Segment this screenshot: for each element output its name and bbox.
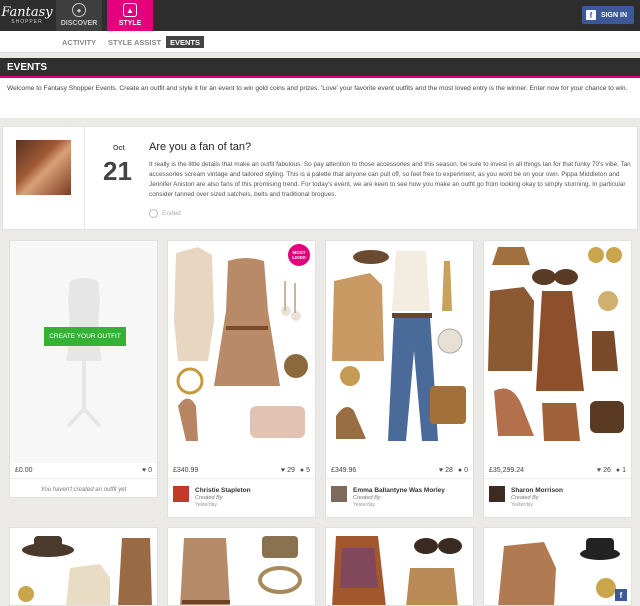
avatar[interactable] <box>173 486 189 502</box>
comments-stat[interactable]: ● 5 <box>300 467 310 474</box>
outfit-image[interactable] <box>484 241 631 463</box>
likes-stat[interactable]: ♥ 28 <box>439 467 453 474</box>
no-outfit-note: You haven't created an outfit yet <box>40 487 127 493</box>
event-status-label: Ended <box>162 210 181 217</box>
event-detail: Oct 21 Are you a fan of tan? It really i… <box>2 126 638 230</box>
event-month: Oct <box>113 145 125 152</box>
facebook-icon: f <box>585 10 596 20</box>
comments-stat[interactable]: ● 1 <box>616 467 626 474</box>
mannequin-area: CREATE YOUR OUTFIT <box>10 241 157 463</box>
outfit-price: £349.96 <box>331 467 357 474</box>
outfit-collage <box>174 247 308 441</box>
events-panel: EVENTS Welcome to Fantasy Shopper Events… <box>0 58 640 118</box>
comment-icon: ● <box>615 467 621 474</box>
fantasy-shopper-logo[interactable]: Fantasy SHOPPER <box>0 0 54 31</box>
outfit-stats: £35,299.24 ♥ 26 ● 1 <box>484 463 631 479</box>
outfit-author: Sharon Morrison Created By Yesterday <box>484 479 631 511</box>
created-by-label: Created By <box>511 495 539 501</box>
created-time: Yesterday <box>195 502 218 508</box>
comments-count: 1 <box>622 467 626 474</box>
created-time: Yesterday <box>511 502 534 508</box>
sign-in-label: SIGN IN <box>600 11 627 19</box>
heart-icon: ♥ <box>141 467 147 474</box>
events-heading: EVENTS <box>0 58 640 78</box>
outfit-author: Christie Stapleton Created By Yesterday <box>168 479 315 511</box>
event-title: Are you a fan of tan? <box>149 141 252 153</box>
outfit-collage <box>18 536 152 605</box>
outfit-collage <box>498 538 620 605</box>
event-day: 21 <box>103 156 132 186</box>
logo-text: Fantasy <box>1 4 53 20</box>
created-by-label: Created By <box>195 495 223 501</box>
event-status: Ended <box>149 209 181 218</box>
create-card-stats: £0.00 ♥ 0 <box>10 463 157 479</box>
outfit-card[interactable] <box>167 527 316 606</box>
nav-style[interactable]: ▲ STYLE <box>107 0 153 31</box>
logo-subtext: SHOPPER <box>11 18 43 25</box>
likes-count: 28 <box>445 467 453 474</box>
comments-count: 5 <box>306 467 310 474</box>
heart-icon: ♥ <box>438 467 444 474</box>
tab-activity[interactable]: ACTIVITY <box>58 36 100 48</box>
nav-style-label: STYLE <box>118 20 142 27</box>
outfit-image[interactable] <box>326 241 473 463</box>
outfit-price: £35,299.24 <box>489 467 525 474</box>
outfit-collage <box>488 247 624 441</box>
comment-icon: ● <box>457 467 463 474</box>
comments-stat[interactable]: ● 0 <box>458 467 468 474</box>
tab-style-assist[interactable]: STYLE ASSIST <box>104 36 165 48</box>
outfit-price: £0.00 <box>15 467 33 474</box>
likes-count: 0 <box>148 467 152 474</box>
likes-count: 26 <box>603 467 611 474</box>
nav-discover[interactable]: ● DISCOVER <box>56 0 102 31</box>
comment-icon: ● <box>299 467 305 474</box>
outfit-card[interactable]: £349.96 ♥ 28 ● 0 Emma Ballantyne Was Morle… <box>325 240 474 518</box>
outfit-collage <box>332 250 466 441</box>
sign-in-button[interactable]: f SIGN IN <box>581 6 634 24</box>
outfit-card[interactable] <box>325 527 474 606</box>
outfit-collage <box>180 536 302 605</box>
avatar[interactable] <box>331 486 347 502</box>
likes-stat[interactable]: ♥ 0 <box>142 467 152 474</box>
created-time: Yesterday <box>353 502 376 508</box>
event-image-column <box>3 127 85 229</box>
clock-icon <box>149 209 158 218</box>
comments-count: 0 <box>464 467 468 474</box>
outfit-collage <box>332 536 462 605</box>
outfit-card[interactable]: £35,299.24 ♥ 26 ● 1 Sharon Morrison Create… <box>483 240 632 518</box>
event-description: It really is the little details that mak… <box>149 161 631 198</box>
outfit-card[interactable]: f <box>483 527 632 606</box>
mannequin-icon <box>66 278 102 428</box>
likes-stat[interactable]: ♥ 26 <box>597 467 611 474</box>
author-name[interactable]: Sharon Morrison <box>511 487 563 494</box>
map-pin-icon: ● <box>72 3 86 17</box>
author-name[interactable]: Christie Stapleton <box>195 487 251 494</box>
likes-count: 29 <box>287 467 295 474</box>
created-by-label: Created By <box>353 495 381 501</box>
create-outfit-card: CREATE YOUR OUTFIT £0.00 ♥ 0 You haven't … <box>9 240 158 498</box>
events-intro: Welcome to Fantasy Shopper Events. Creat… <box>7 85 628 92</box>
sub-navigation: ACTIVITY STYLE ASSIST EVENTS <box>0 31 640 53</box>
nav-discover-label: DISCOVER <box>60 20 98 27</box>
heart-icon: ♥ <box>280 467 286 474</box>
outfit-price: £340.99 <box>173 467 199 474</box>
hanger-icon: ▲ <box>123 3 137 17</box>
outfit-card[interactable] <box>9 527 158 606</box>
most-liked-badge: MOST LIKED <box>288 244 310 266</box>
top-bar: Fantasy SHOPPER ● DISCOVER ▲ STYLE f SIG… <box>0 0 640 31</box>
tab-events[interactable]: EVENTS <box>166 36 205 48</box>
outfit-stats: £340.99 ♥ 29 ● 5 <box>168 463 315 479</box>
outfit-image[interactable]: MOST LIKED <box>168 241 315 463</box>
outfit-stats: £349.96 ♥ 28 ● 0 <box>326 463 473 479</box>
outfit-author: Emma Ballantyne Was Morley Created By Ye… <box>326 479 473 511</box>
author-name[interactable]: Emma Ballantyne Was Morley <box>353 487 445 494</box>
likes-stat[interactable]: ♥ 29 <box>281 467 295 474</box>
event-image <box>16 140 71 195</box>
heart-icon: ♥ <box>596 467 602 474</box>
outfit-card[interactable]: MOST LIKED £340.99 ♥ 29 ● 5 Christie Stapl… <box>167 240 316 518</box>
avatar[interactable] <box>489 486 505 502</box>
create-outfit-button[interactable]: CREATE YOUR OUTFIT <box>44 327 126 346</box>
facebook-share-icon[interactable]: f <box>615 589 627 601</box>
